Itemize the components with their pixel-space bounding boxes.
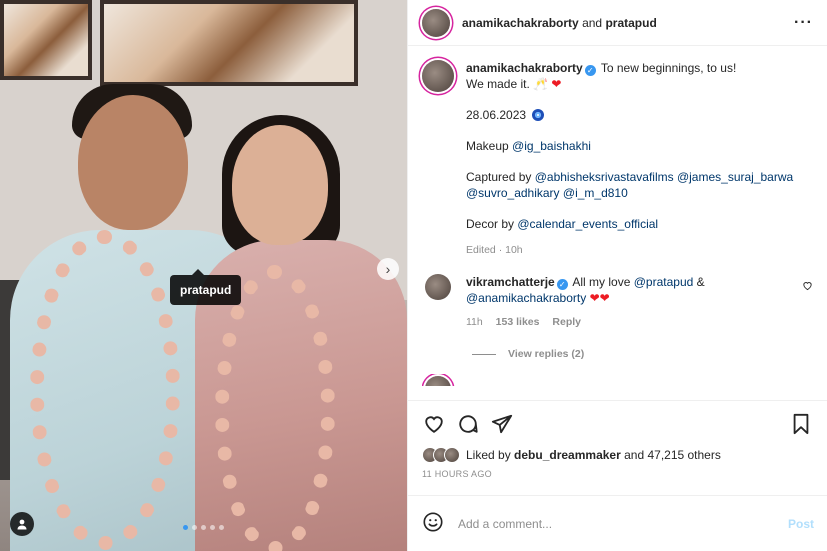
caption-edited-time: Edited · 10h [466, 244, 523, 256]
heart-icon[interactable] [422, 412, 446, 436]
captured-mentions-1[interactable]: @abhisheksrivastavafilms @james_suraj_ba… [535, 170, 793, 184]
post-authors: anamikachakraborty and pratapud [462, 16, 657, 30]
captured-mentions-2[interactable]: @suvro_adhikary @i_m_d810 [466, 186, 628, 200]
liker-avatars[interactable] [422, 447, 460, 463]
caption-username[interactable]: anamikachakraborty [466, 61, 583, 75]
reply-button[interactable]: Reply [552, 316, 581, 328]
verified-badge-icon: ✓ [556, 279, 568, 290]
comment-input[interactable] [458, 516, 768, 531]
makeup-label: Makeup [466, 139, 509, 153]
bookmark-icon[interactable] [789, 412, 813, 436]
view-replies-button[interactable]: View replies (2) [472, 348, 813, 360]
captured-label: Captured by [466, 170, 532, 184]
comment-hearts: ❤❤ [589, 291, 610, 305]
emoji-icon[interactable] [422, 511, 444, 536]
caption-line-1: To new beginnings, to us! [600, 61, 737, 75]
comment-item: vikramchatterje ✓ All my love @pratapud &… [422, 274, 813, 330]
liker-avatar [444, 447, 460, 463]
wedding-date: 28.06.2023 [466, 108, 527, 122]
carousel-dot [210, 525, 215, 530]
post-header: anamikachakraborty and pratapud ··· [408, 0, 827, 46]
comment-icon[interactable] [456, 412, 480, 436]
more-options-icon[interactable]: ··· [794, 14, 813, 32]
makeup-mention[interactable]: @ig_baishakhi [512, 139, 591, 153]
groom-face [78, 95, 188, 230]
heart-emoji: ❤ [551, 77, 562, 91]
decor-label: Decor by [466, 217, 515, 231]
decor-mention[interactable]: @calendar_events_official [517, 217, 658, 231]
comment-amp: & [696, 275, 705, 289]
commenter-username[interactable]: vikramchatterje [466, 275, 555, 289]
verified-badge-icon: ✓ [584, 65, 596, 76]
chevron-right-icon[interactable]: › [377, 258, 399, 280]
wall-painting-right [100, 0, 358, 86]
post-actions [408, 401, 827, 447]
post-photo[interactable]: pratapud › [0, 0, 407, 551]
author-1-link[interactable]: anamikachakraborty [462, 16, 579, 30]
wall-painting-left [0, 0, 92, 80]
carousel-dot [219, 525, 224, 530]
bride-garland [215, 265, 335, 551]
carousel-indicator [0, 519, 407, 533]
next-commenter-avatar[interactable] [425, 376, 451, 386]
liked-by-others[interactable]: and 47,215 others [624, 448, 721, 462]
carousel-dot-active [183, 525, 188, 530]
photo-user-tag[interactable]: pratapud [170, 269, 242, 305]
comment-time: 11h [466, 316, 483, 328]
likes-summary: Liked by debu_dreammaker and 47,215 othe… [408, 447, 827, 463]
caption-avatar[interactable] [422, 60, 454, 92]
caption: anamikachakraborty ✓ To new beginnings, t… [422, 60, 813, 258]
nazar-amulet-icon [532, 109, 545, 121]
comment-mention-2[interactable]: @anamikachakraborty [466, 291, 586, 305]
bride-face [232, 125, 328, 245]
paper-plane-icon[interactable] [490, 412, 514, 436]
comments-scroll-area[interactable]: anamikachakraborty ✓ To new beginnings, t… [408, 46, 827, 401]
author-2-link[interactable]: pratapud [605, 16, 656, 30]
and-text: and [582, 15, 603, 30]
comment-text: All my love [572, 275, 631, 289]
post-detail-panel: anamikachakraborty and pratapud ··· anam… [407, 0, 827, 551]
comment-like-heart-icon[interactable] [802, 280, 813, 294]
next-comment-partial [422, 374, 813, 386]
collab-avatar[interactable] [422, 8, 450, 37]
liked-by-label: Liked by [466, 448, 511, 462]
post-timestamp[interactable]: 11 HOURS AGO [408, 463, 827, 487]
comment-likes[interactable]: 153 likes [496, 316, 540, 328]
commenter-avatar[interactable] [425, 274, 451, 300]
comment-mention-1[interactable]: @pratapud [634, 275, 694, 289]
add-comment-bar: Post [408, 495, 827, 551]
carousel-dot [201, 525, 206, 530]
carousel-dot [192, 525, 197, 530]
caption-line-2: We made it. 🥂 [466, 77, 549, 91]
groom-garland [30, 230, 180, 550]
liked-by-user[interactable]: debu_dreammaker [514, 448, 621, 462]
post-comment-button[interactable]: Post [788, 517, 814, 531]
